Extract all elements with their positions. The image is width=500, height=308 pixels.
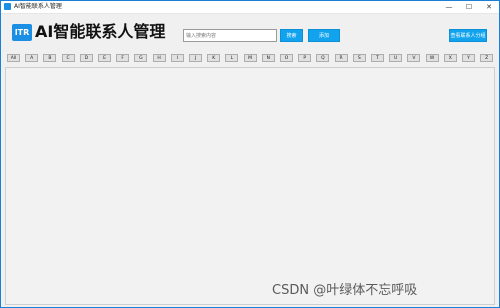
view-groups-button[interactable]: 查看联系人分组 bbox=[449, 29, 487, 42]
letter-filter-e[interactable]: E bbox=[98, 54, 111, 62]
letter-filter-c[interactable]: C bbox=[61, 54, 75, 62]
letter-filter-x[interactable]: X bbox=[443, 54, 457, 62]
letter-filter-w[interactable]: W bbox=[425, 54, 439, 62]
letter-filter-r[interactable]: R bbox=[334, 54, 348, 62]
maximize-button[interactable]: ☐ bbox=[462, 1, 476, 13]
app-window: AI智能联系人管理 — ☐ ✕ ITR AI智能联系人管理 搜索 添加 查看联系… bbox=[0, 0, 500, 308]
logo-icon: ITR bbox=[12, 24, 32, 41]
letter-filter-o[interactable]: O bbox=[280, 54, 293, 62]
title-bar: AI智能联系人管理 — ☐ ✕ bbox=[1, 1, 499, 14]
search-input[interactable] bbox=[183, 29, 277, 42]
letter-filter-d[interactable]: D bbox=[79, 54, 93, 62]
letter-filter-y[interactable]: Y bbox=[462, 54, 475, 62]
letter-filter-u[interactable]: U bbox=[389, 54, 403, 62]
letter-filter-k[interactable]: K bbox=[207, 54, 221, 62]
search-button[interactable]: 搜索 bbox=[280, 29, 303, 42]
letter-filter-all[interactable]: All bbox=[7, 54, 20, 62]
letter-filter-z[interactable]: Z bbox=[480, 54, 494, 62]
letter-filter-f[interactable]: F bbox=[116, 54, 130, 62]
app-icon bbox=[4, 3, 11, 10]
minimize-button[interactable]: — bbox=[442, 1, 456, 13]
contact-list-panel bbox=[5, 67, 495, 305]
watermark: CSDN @叶绿体不忘呼吸 bbox=[272, 283, 418, 298]
letter-filter-a[interactable]: A bbox=[25, 54, 39, 62]
letter-filter-h[interactable]: H bbox=[152, 54, 166, 62]
letter-filter-s[interactable]: S bbox=[352, 54, 366, 62]
letter-filter-g[interactable]: G bbox=[134, 54, 148, 62]
app-title: AI智能联系人管理 bbox=[35, 22, 166, 41]
letter-filter-v[interactable]: V bbox=[407, 54, 421, 62]
letter-filter-p[interactable]: P bbox=[298, 54, 312, 62]
letter-filter-i[interactable]: I bbox=[170, 54, 184, 62]
letter-filter-q[interactable]: Q bbox=[316, 54, 330, 62]
letter-filter-t[interactable]: T bbox=[371, 54, 384, 62]
letter-filter-l[interactable]: L bbox=[225, 54, 239, 62]
letter-filter-n[interactable]: N bbox=[261, 54, 275, 62]
logo-text: ITR bbox=[14, 28, 30, 37]
letter-filter-m[interactable]: M bbox=[243, 54, 257, 62]
window-title: AI智能联系人管理 bbox=[14, 3, 62, 10]
letter-filter-j[interactable]: J bbox=[189, 54, 202, 62]
close-button[interactable]: ✕ bbox=[482, 1, 496, 13]
letter-filter-b[interactable]: B bbox=[43, 54, 57, 62]
add-button[interactable]: 添加 bbox=[308, 29, 340, 42]
